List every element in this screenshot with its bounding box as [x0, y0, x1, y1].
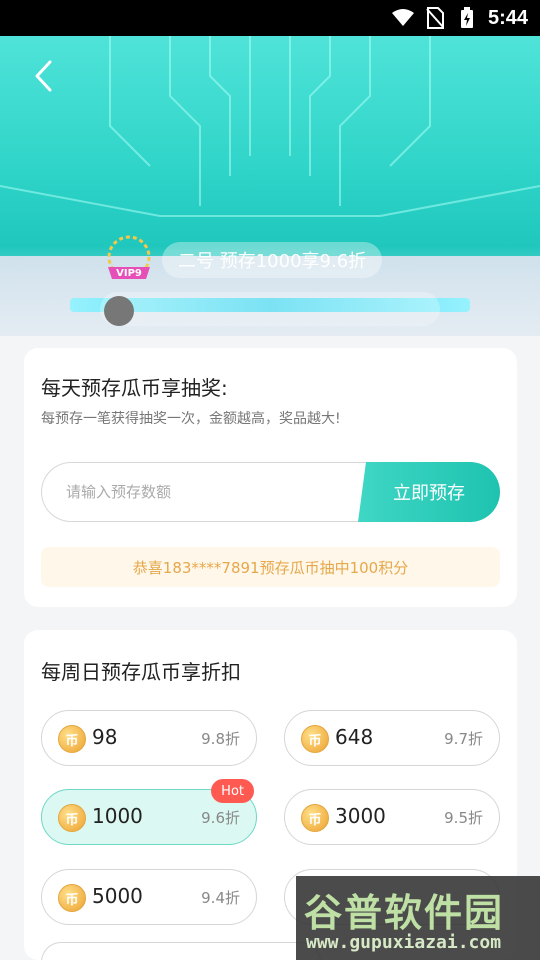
- no-sim-icon: [424, 7, 446, 29]
- watermark-title: 谷普软件园: [304, 891, 505, 935]
- coin-icon: 币: [58, 804, 86, 832]
- option-amount: 648: [335, 725, 374, 749]
- option-discount: 9.6折: [201, 809, 240, 827]
- option-5000[interactable]: 币 5000 9.4折: [41, 869, 257, 925]
- winner-notice: 恭喜183****7891预存瓜币抽中100积分: [41, 547, 500, 587]
- promo-banner: VIP9 二号 预存1000享9.6折: [0, 36, 540, 336]
- coin-icon: 币: [58, 884, 86, 912]
- watermark-url: www.gupuxiazai.com: [306, 932, 502, 953]
- option-1000[interactable]: Hot 币 1000 9.6折: [41, 779, 257, 845]
- deposit-amount-input[interactable]: [41, 462, 381, 522]
- option-partial[interactable]: [41, 942, 321, 960]
- option-amount: 98: [92, 725, 118, 749]
- vip-badge-icon: VIP9: [100, 231, 158, 289]
- watermark-logo: 谷普软件园 www.gupuxiazai.com: [296, 876, 540, 960]
- hot-badge: Hot: [211, 779, 254, 803]
- option-discount: 9.8折: [201, 730, 240, 748]
- option-amount: 5000: [92, 884, 143, 908]
- option-648[interactable]: 币 648 9.7折: [284, 710, 500, 766]
- option-discount: 9.7折: [444, 730, 483, 748]
- lottery-deposit-card: 每天预存瓜币享抽奖: 每预存一笔获得抽奖一次，金额越高，奖品越大! 立即预存 恭…: [24, 348, 517, 607]
- wifi-icon: [391, 7, 414, 29]
- winner-ticker: VIP9 二号 预存1000享9.6折: [100, 235, 383, 282]
- coin-icon: 币: [301, 804, 329, 832]
- status-bar: 5:44: [0, 0, 540, 36]
- option-discount: 9.5折: [444, 809, 483, 827]
- winner-ticker-next: [100, 292, 440, 326]
- battery-charging-icon: [456, 7, 478, 29]
- back-button[interactable]: [24, 56, 64, 96]
- option-3000[interactable]: 币 3000 9.5折: [284, 789, 500, 845]
- clock-time: 5:44: [487, 6, 528, 29]
- coin-icon: 币: [58, 725, 86, 753]
- discount-title: 每周日预存瓜币享折扣: [41, 660, 241, 684]
- lottery-subtitle: 每预存一笔获得抽奖一次，金额越高，奖品越大!: [41, 411, 341, 427]
- chevron-left-icon: [35, 60, 52, 92]
- option-amount: 3000: [335, 804, 386, 828]
- option-amount: 1000: [92, 804, 143, 828]
- avatar: [104, 296, 134, 326]
- deposit-form: 立即预存: [41, 462, 500, 522]
- svg-text:VIP9: VIP9: [116, 268, 142, 279]
- ticker-message: 二号 预存1000享9.6折: [162, 242, 383, 278]
- coin-icon: 币: [301, 725, 329, 753]
- lottery-title: 每天预存瓜币享抽奖:: [41, 376, 228, 400]
- deposit-now-button[interactable]: 立即预存: [358, 462, 500, 522]
- option-discount: 9.4折: [201, 889, 240, 907]
- option-98[interactable]: 币 98 9.8折: [41, 710, 257, 766]
